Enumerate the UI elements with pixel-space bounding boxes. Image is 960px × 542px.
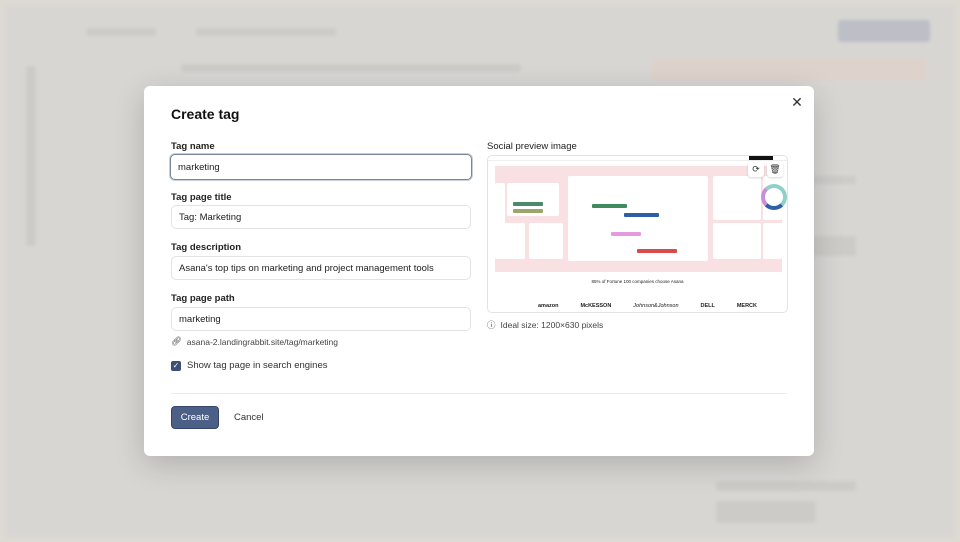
create-button[interactable]: Create	[171, 406, 219, 429]
delete-image-icon[interactable]: 🗑︎	[767, 161, 783, 177]
tag-name-input[interactable]: marketing	[170, 154, 472, 180]
checkbox-label: Show tag page in search engines	[187, 360, 328, 371]
tag-page-path-input[interactable]: marketing	[171, 307, 471, 331]
social-preview-label: Social preview image	[487, 141, 577, 152]
link-icon: 🔗︎	[171, 336, 182, 346]
logo-text: MERCK	[736, 303, 757, 309]
logo-text: Johnson&Johnson	[633, 303, 679, 309]
logo-text: amazon	[538, 303, 559, 309]
logo-text: McKESSON	[580, 303, 612, 309]
ideal-size-text: Ideal size: 1200×630 pixels	[500, 320, 604, 330]
url-preview: 🔗︎ asana-2.landingrabbit.site/tag/market…	[171, 336, 338, 347]
social-preview-image[interactable]: ⟳ 🗑︎ 85% of Fortune 100 companies choose…	[487, 155, 788, 313]
preview-logos: amazon McKESSON Johnson&Johnson DELL MER…	[538, 303, 757, 309]
tag-page-title-input[interactable]: Tag: Marketing	[171, 205, 471, 229]
tag-page-title-label: Tag page title	[171, 192, 232, 203]
url-text: asana-2.landingrabbit.site/tag/marketing	[186, 336, 338, 347]
tag-description-input[interactable]: Asana's top tips on marketing and projec…	[171, 256, 471, 280]
logo-text: DELL	[700, 303, 715, 309]
preview-caption: 85% of Fortune 100 companies choose Asan…	[591, 279, 684, 284]
divider	[171, 393, 787, 394]
close-icon[interactable]: ✕	[790, 95, 804, 109]
refresh-image-icon[interactable]: ⟳	[748, 161, 764, 177]
create-tag-dialog: Create tag ✕ Tag name marketing Tag page…	[144, 86, 814, 456]
tag-description-label: Tag description	[171, 242, 242, 253]
checkbox-checked-icon[interactable]: ✓	[171, 360, 181, 371]
dialog-title: Create tag	[171, 106, 240, 122]
search-engines-checkbox[interactable]: ✓ Show tag page in search engines	[171, 360, 328, 371]
cancel-button[interactable]: Cancel	[234, 406, 264, 429]
tag-name-label: Tag name	[171, 141, 215, 152]
tag-page-path-label: Tag page path	[171, 293, 235, 304]
info-clock-icon: ⓘ	[487, 320, 496, 330]
ideal-size-hint: ⓘ Ideal size: 1200×630 pixels	[487, 319, 603, 331]
